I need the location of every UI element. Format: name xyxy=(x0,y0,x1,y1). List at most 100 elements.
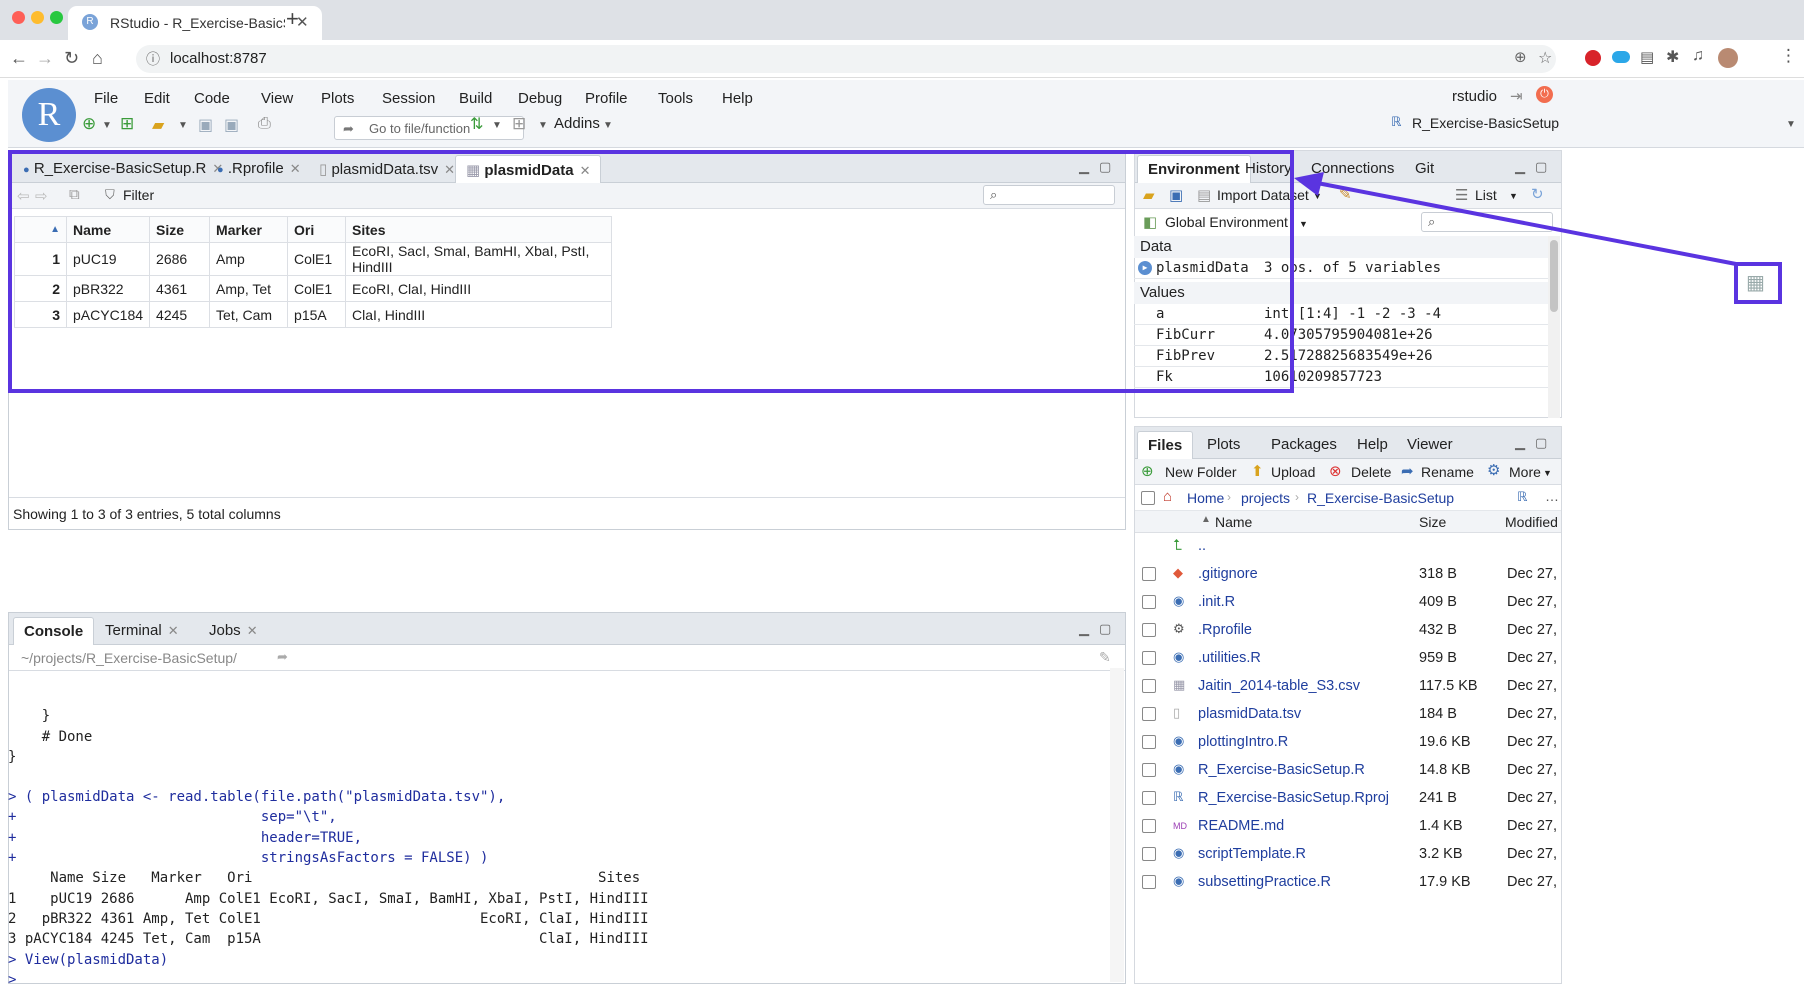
file-checkbox[interactable] xyxy=(1142,847,1156,861)
pane-layout-icon[interactable]: ⊞ xyxy=(512,114,526,134)
close-icon[interactable]: ✕ xyxy=(168,623,179,638)
print-icon[interactable]: ⎙ xyxy=(258,115,271,133)
file-checkbox[interactable] xyxy=(1142,623,1156,637)
file-row[interactable]: ◉ R_Exercise-BasicSetup.R 14.8 KB Dec 27… xyxy=(1136,759,1560,783)
file-name[interactable]: R_Exercise-BasicSetup.Rproj xyxy=(1198,790,1389,806)
file-row[interactable]: ◆ .gitignore 318 B Dec 27, xyxy=(1136,563,1560,587)
file-name[interactable]: subsettingPractice.R xyxy=(1198,874,1331,890)
open-file-icon[interactable]: ▰ xyxy=(152,115,164,135)
file-name[interactable]: .utilities.R xyxy=(1198,650,1261,666)
menu-file[interactable]: File xyxy=(94,90,118,107)
tab-plots[interactable]: Plots xyxy=(1197,431,1250,459)
chevron-down-icon[interactable]: ▼ xyxy=(538,120,548,131)
project-menu[interactable]: R_Exercise-BasicSetup xyxy=(1412,115,1559,131)
file-checkbox[interactable] xyxy=(1142,791,1156,805)
file-checkbox[interactable] xyxy=(1142,875,1156,889)
sort-icon[interactable]: ▲ xyxy=(1201,514,1211,525)
extensions-icon[interactable]: ✱ xyxy=(1666,47,1679,67)
file-row[interactable]: MD README.md 1.4 KB Dec 27, xyxy=(1136,815,1560,839)
file-row[interactable]: ▯ plasmidData.tsv 184 B Dec 27, xyxy=(1136,703,1560,727)
file-row[interactable]: ⚙ .Rprofile 432 B Dec 27, xyxy=(1136,619,1560,643)
file-checkbox[interactable] xyxy=(1142,819,1156,833)
tab-jobs[interactable]: Jobs ✕ xyxy=(199,617,268,645)
chevron-down-icon[interactable]: ▼ xyxy=(603,120,613,131)
addins-menu[interactable]: Addins xyxy=(554,115,600,132)
save-icon[interactable]: ▣ xyxy=(198,115,213,135)
file-row-parent[interactable]: ⮤ .. xyxy=(1136,535,1560,559)
file-checkbox[interactable] xyxy=(1142,735,1156,749)
file-checkbox[interactable] xyxy=(1142,679,1156,693)
menu-view[interactable]: View xyxy=(261,90,293,107)
console-output[interactable]: } # Done} > ( plasmidData <- read.table(f… xyxy=(8,686,1108,989)
file-name[interactable]: README.md xyxy=(1198,818,1284,834)
file-name[interactable]: .init.R xyxy=(1198,594,1235,610)
file-checkbox[interactable] xyxy=(1142,763,1156,777)
console-scrollbar[interactable] xyxy=(1110,668,1124,982)
zoom-icon[interactable]: ⊕ xyxy=(1514,48,1527,66)
media-icon[interactable]: ♫ xyxy=(1692,47,1704,65)
tab-help[interactable]: Help xyxy=(1347,431,1398,459)
menu-tools[interactable]: Tools xyxy=(658,90,693,107)
close-icon[interactable]: ✕ xyxy=(247,623,258,638)
file-name[interactable]: .. xyxy=(1198,538,1206,554)
menu-build[interactable]: Build xyxy=(459,90,492,107)
file-row[interactable]: ◉ subsettingPractice.R 17.9 KB Dec 27, xyxy=(1136,871,1560,895)
file-name[interactable]: .Rprofile xyxy=(1198,622,1252,638)
file-checkbox[interactable] xyxy=(1142,595,1156,609)
breadcrumb-projects[interactable]: projects xyxy=(1241,490,1290,506)
power-icon[interactable]: ⏻ xyxy=(1536,86,1553,103)
file-row[interactable]: ◉ scriptTemplate.R 3.2 KB Dec 27, xyxy=(1136,843,1560,867)
save-all-icon[interactable]: ▣ xyxy=(224,115,239,135)
file-row[interactable]: ▦ Jaitin_2014-table_S3.csv 117.5 KB Dec … xyxy=(1136,675,1560,699)
bookmark-star-icon[interactable]: ☆ xyxy=(1538,48,1552,68)
browser-menu-icon[interactable]: ⋮ xyxy=(1780,46,1797,66)
profile-avatar[interactable] xyxy=(1718,48,1738,68)
console-prompt[interactable]: > xyxy=(8,970,1108,989)
pinterest-extension-icon[interactable] xyxy=(1585,50,1601,66)
address-bar[interactable]: ⓘ localhost:8787 ⊕ ☆ xyxy=(136,45,1556,73)
file-name[interactable]: plottingIntro.R xyxy=(1198,734,1288,750)
select-all-checkbox[interactable] xyxy=(1141,491,1155,505)
file-name[interactable]: R_Exercise-BasicSetup.R xyxy=(1198,762,1365,778)
tab-viewer[interactable]: Viewer xyxy=(1397,431,1463,459)
more-menu[interactable]: More xyxy=(1509,464,1541,480)
menu-session[interactable]: Session xyxy=(382,90,435,107)
file-checkbox[interactable] xyxy=(1142,707,1156,721)
chevron-down-icon[interactable]: ▼ xyxy=(1786,119,1796,130)
menu-profile[interactable]: Profile xyxy=(585,90,628,107)
menu-code[interactable]: Code xyxy=(194,90,230,107)
new-project-icon[interactable]: ⊞ xyxy=(120,114,134,134)
minimize-pane-icon[interactable]: ▁ xyxy=(1515,435,1525,451)
file-checkbox[interactable] xyxy=(1142,567,1156,581)
column-modified[interactable]: Modified xyxy=(1505,514,1558,530)
tab-terminal[interactable]: Terminal ✕ xyxy=(95,617,189,645)
go-to-directory-icon[interactable]: ➦ xyxy=(277,649,288,665)
chevron-down-icon[interactable]: ▼ xyxy=(102,120,112,131)
file-row[interactable]: ◉ plottingIntro.R 19.6 KB Dec 27, xyxy=(1136,731,1560,755)
reload-icon[interactable]: ↻ xyxy=(64,48,79,69)
browser-tab[interactable]: R RStudio - R_Exercise-BasicSet ✕ xyxy=(68,6,322,40)
upload-button[interactable]: Upload xyxy=(1271,464,1315,480)
chevron-down-icon[interactable]: ▼ xyxy=(178,120,188,131)
maximize-pane-icon[interactable]: ▢ xyxy=(1099,621,1111,637)
more-options-icon[interactable]: … xyxy=(1545,488,1559,504)
menu-help[interactable]: Help xyxy=(722,90,753,107)
file-name[interactable]: Jaitin_2014-table_S3.csv xyxy=(1198,678,1360,694)
file-row[interactable]: ◉ .init.R 409 B Dec 27, xyxy=(1136,591,1560,615)
chevron-down-icon[interactable]: ▼ xyxy=(492,120,502,131)
back-icon[interactable]: ← xyxy=(10,48,28,69)
home-icon[interactable]: ⌂ xyxy=(92,48,103,69)
maximize-pane-icon[interactable]: ▢ xyxy=(1535,435,1547,451)
vcs-icon[interactable]: ⇅ xyxy=(470,114,483,134)
new-folder-button[interactable]: New Folder xyxy=(1165,464,1237,480)
new-tab-icon[interactable]: + xyxy=(286,6,299,32)
column-size[interactable]: Size xyxy=(1419,514,1446,530)
menu-edit[interactable]: Edit xyxy=(144,90,170,107)
zoom-window-icon[interactable] xyxy=(50,11,63,24)
tab-console[interactable]: Console xyxy=(13,617,95,645)
new-file-icon[interactable]: ⊕ xyxy=(82,114,96,134)
tab-files[interactable]: Files xyxy=(1137,431,1194,459)
file-name[interactable]: scriptTemplate.R xyxy=(1198,846,1306,862)
tab-packages[interactable]: Packages xyxy=(1261,431,1347,459)
breadcrumb-project[interactable]: R_Exercise-BasicSetup xyxy=(1307,490,1454,506)
